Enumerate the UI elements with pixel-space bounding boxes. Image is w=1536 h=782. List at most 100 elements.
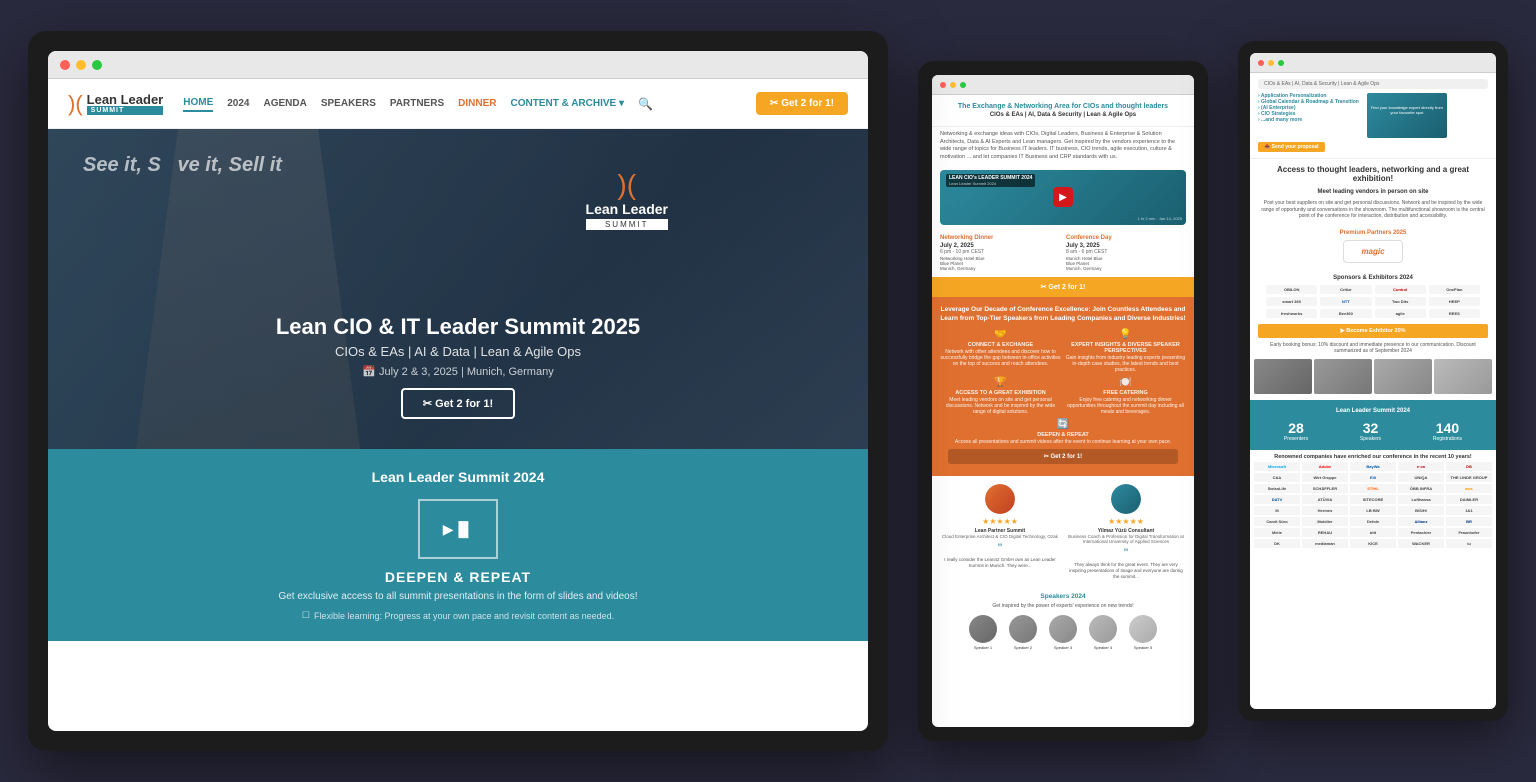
website-content: )( Lean Leader SUMMIT HOME 2024 AGENDA S… xyxy=(48,79,868,731)
t1-cta-bar1[interactable]: ✂ Get 2 for 1! xyxy=(932,277,1194,297)
t1-orange-title: Leverage Our Decade of Conference Excell… xyxy=(940,305,1186,323)
t2-stat-speakers-label: Speakers xyxy=(1360,436,1381,442)
t1-speaker-avatar-4 xyxy=(1089,615,1117,643)
t1-conference-day-label: Conference Day xyxy=(1066,235,1186,241)
nav-dinner[interactable]: DINNER xyxy=(458,96,496,111)
laptop-device: )( Lean Leader SUMMIT HOME 2024 AGENDA S… xyxy=(28,31,888,751)
company-eon: e·on xyxy=(1398,462,1444,471)
t1-speaker-name-1: Speaker 1 xyxy=(965,645,1001,650)
t1-testimonial-2: ★★★★★ Yilmaz Yüzü Consultant Business Co… xyxy=(1066,484,1186,580)
maximize-dot[interactable] xyxy=(92,60,102,70)
t1-speaker-avatar-3 xyxy=(1049,615,1077,643)
nav-2024[interactable]: 2024 xyxy=(227,96,249,111)
t1-testimonials: ★★★★★ Lean Partner Summit Cloud Enterpri… xyxy=(932,476,1194,588)
company-br: BR xyxy=(1446,517,1492,526)
tablet2-device: CIOs & EAs | AI, Data & Security | Lean … xyxy=(1238,41,1508,721)
teal-title: Lean Leader Summit 2024 xyxy=(68,469,848,485)
t2-stat-presenters: 28 Presenters xyxy=(1284,420,1308,442)
t2-stat-registrations-label: Registrations xyxy=(1433,436,1462,442)
company-mediaman: mediaman xyxy=(1302,539,1348,548)
sponsor-heep: HEEP xyxy=(1429,297,1480,306)
t2-stats-title: Lean Leader Summit 2024 xyxy=(1258,408,1488,414)
nav-content-archive[interactable]: CONTENT & ARCHIVE ▾ xyxy=(510,96,624,111)
deepen-description: Get exclusive access to all summit prese… xyxy=(68,591,848,602)
t2-minimize-dot[interactable] xyxy=(1268,60,1274,66)
minimize-dot[interactable] xyxy=(76,60,86,70)
company-schaeffler: SCHÄFFLER xyxy=(1302,484,1348,493)
t2-sponsors-section: Sponsors & Exhibitors 2024 OBILON Critiz… xyxy=(1250,275,1496,318)
connect-icon: 🤝 xyxy=(940,329,1061,340)
t1-stars-1: ★★★★★ xyxy=(940,517,1060,526)
t1-benefit-connect-title: CONNECT & EXCHANGE xyxy=(940,342,1061,348)
nav-speakers[interactable]: SPEAKERS xyxy=(321,96,376,111)
t2-header-content: › Application Personalization › Global C… xyxy=(1258,93,1488,138)
nav-partners[interactable]: PARTNERS xyxy=(390,96,444,111)
hero-cta-button[interactable]: ✂ Get 2 for 1! xyxy=(401,388,515,419)
company-datev: DATV xyxy=(1254,495,1300,504)
hero-subtitle: CIOs & EAs | AI & Data | Lean & Agile Op… xyxy=(276,344,640,359)
t1-minimize-dot[interactable] xyxy=(950,82,956,88)
t1-speaker-name-4: Speaker 4 xyxy=(1085,645,1121,650)
t1-close-dot[interactable] xyxy=(940,82,946,88)
sponsor-critizr: Critizr xyxy=(1320,285,1371,294)
t2-close-dot[interactable] xyxy=(1258,60,1264,66)
t2-header: CIOs & EAs | AI, Data & Security | Lean … xyxy=(1250,73,1496,159)
t2-nav-item-5: › ...and many more xyxy=(1258,117,1359,123)
sponsor-twodits: Two Dits xyxy=(1375,297,1426,306)
catering-icon: 🍽️ xyxy=(1065,377,1186,388)
sponsor-agile: agile xyxy=(1375,309,1426,318)
t1-play-button[interactable]: ▶ xyxy=(1053,187,1073,207)
video-icon-box: ▶▐▌ xyxy=(418,499,498,559)
insights-icon: 💡 xyxy=(1065,329,1186,340)
hero-logo-text: Lean Leader xyxy=(586,201,668,217)
sponsor-ntt: NTT xyxy=(1320,297,1371,306)
t1-speaker-2: Speaker 2 xyxy=(1005,615,1041,650)
close-dot[interactable] xyxy=(60,60,70,70)
t1-video-meta: 1 hr 2 min · Jan 14, 2025 xyxy=(1138,216,1182,221)
t1-benefit-exhibition: 🏆 ACCESS TO A GREAT EXHIBITION Meet lead… xyxy=(940,377,1061,415)
hero-logo-summit: SUMMIT xyxy=(586,219,668,230)
company-defole: Defole xyxy=(1350,517,1396,526)
company-lbbw: LB·BW xyxy=(1350,506,1396,515)
t2-send-proposal-btn[interactable]: 📤 Send your proposal xyxy=(1258,142,1325,152)
t1-maximize-dot[interactable] xyxy=(960,82,966,88)
nav-bar: )( Lean Leader SUMMIT HOME 2024 AGENDA S… xyxy=(48,79,868,129)
company-daimler: DAIMLER xyxy=(1446,495,1492,504)
t2-become-exhibitor-btn[interactable]: ▶ Become Exhibitor 20% xyxy=(1258,324,1488,338)
t2-browser-bar: CIOs & EAs | AI, Data & Security | Lean … xyxy=(1258,79,1488,89)
tablet2-chrome xyxy=(1250,53,1496,73)
t1-speaker-avatar-5 xyxy=(1129,615,1157,643)
t2-maximize-dot[interactable] xyxy=(1278,60,1284,66)
t1-intro-text: Networking & exchange ideas with CIOs, D… xyxy=(932,127,1194,166)
laptop-screen: )( Lean Leader SUMMIT HOME 2024 AGENDA S… xyxy=(48,51,868,731)
company-rehau: REHAU xyxy=(1302,528,1348,537)
t1-benefits-grid: 🤝 CONNECT & EXCHANGE Network with other … xyxy=(940,329,1186,415)
nav-home[interactable]: HOME xyxy=(183,95,213,112)
t2-header-image: Find your knowledge expert directly from… xyxy=(1367,93,1447,138)
t1-networking-dinner-block: Networking Dinner July 2, 2025 6 pm - 10… xyxy=(940,235,1060,271)
t1-header-title: The Exchange & Networking Area for CIOs … xyxy=(940,103,1186,110)
company-atuvai: ATÜVIA xyxy=(1302,495,1348,504)
t1-speaker-5: Speaker 5 xyxy=(1125,615,1161,650)
company-hermes: Hermes xyxy=(1302,506,1348,515)
hero-section: )( Lean Leader SUMMIT See it, S ve it, S… xyxy=(48,129,868,449)
t2-photo-strip xyxy=(1250,359,1496,394)
t2-renowned-text: Renowned companies have enriched our con… xyxy=(1250,450,1496,462)
company-allianz: Allianz xyxy=(1398,517,1444,526)
t1-quote-icon-1: " xyxy=(940,541,1060,555)
search-icon[interactable]: 🔍 xyxy=(638,97,653,111)
t1-networking-dinner-label: Networking Dinner xyxy=(940,235,1060,241)
t1-speakers-row: Speaker 1 Speaker 2 Speaker 3 Speak xyxy=(940,615,1186,650)
t1-cta-bar2[interactable]: ✂ Get 2 for 1! xyxy=(948,449,1178,464)
teal-section: Lean Leader Summit 2024 ▶▐▌ DEEPEN & REP… xyxy=(48,449,868,641)
sponsor-freshworks: freshworks xyxy=(1266,309,1317,318)
hero-logo-bracket: )( xyxy=(617,169,636,200)
company-sitecore: SITECORE xyxy=(1350,495,1396,504)
company-wacker: WACKER xyxy=(1398,539,1444,548)
company-mobilier: Mobilier xyxy=(1302,517,1348,526)
t1-speaker-1: Speaker 1 xyxy=(965,615,1001,650)
hero-date: 📅 July 2 & 3, 2025 | Munich, Germany xyxy=(276,365,640,378)
nav-agenda[interactable]: AGENDA xyxy=(264,96,307,111)
nav-cta-button[interactable]: ✂ Get 2 for 1! xyxy=(756,92,848,115)
t1-avatar-2 xyxy=(1111,484,1141,514)
